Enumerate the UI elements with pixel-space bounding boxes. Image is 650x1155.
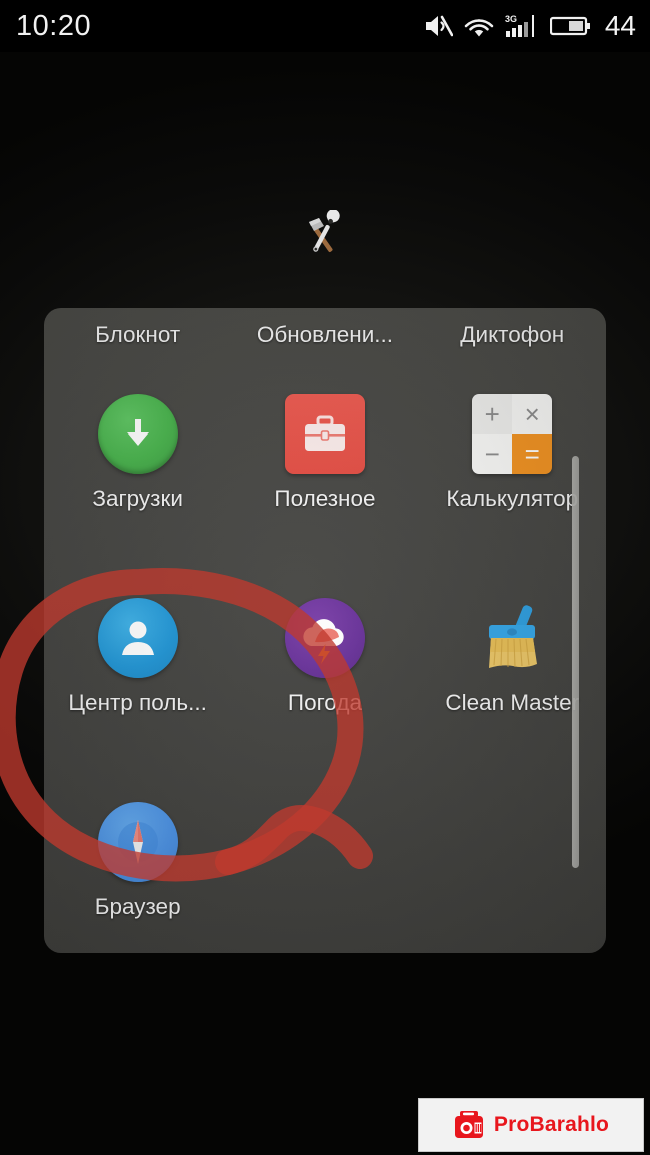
app-label: Центр поль...: [68, 690, 207, 715]
app-icon-wrapper: [96, 596, 180, 680]
battery-icon: [549, 16, 590, 36]
app-item-updater[interactable]: Обновлени...: [231, 322, 418, 348]
clean-master-broom-icon: [470, 596, 554, 680]
app-icon-wrapper: [96, 800, 180, 884]
svg-text:3G: 3G: [505, 14, 517, 24]
app-row: Центр поль... Погода Clean Master: [44, 596, 606, 716]
app-label: Загрузки: [92, 486, 183, 511]
status-bar: 10:20 3G 44: [0, 0, 650, 52]
app-icon-wrapper: [283, 392, 367, 476]
app-label: Диктофон: [460, 322, 565, 347]
calc-key-plus: +: [472, 394, 513, 434]
app-icon-wrapper: [470, 596, 554, 680]
weather-icon: [284, 598, 365, 678]
app-label: Браузер: [94, 894, 181, 919]
app-item-browser[interactable]: Браузер: [44, 800, 231, 920]
calculator-icon: + × − =: [472, 394, 553, 474]
phone-screen: 10:20 3G 44 Блокнот Обновлени... Диктофо…: [0, 0, 650, 1155]
app-icon-wrapper: [96, 392, 180, 476]
app-row-partial: Блокнот Обновлени... Диктофон: [44, 322, 606, 348]
status-bar-icons: 3G 44: [423, 10, 636, 42]
battery-percentage: 44: [604, 10, 636, 41]
app-label: Калькулятор: [446, 486, 579, 511]
app-label: Обновлени...: [256, 322, 394, 347]
status-bar-clock: 10:20: [16, 9, 92, 42]
wifi-icon: [464, 19, 494, 37]
browser-compass-icon: [97, 802, 178, 882]
app-row-clipped: Браузер: [44, 800, 606, 920]
calc-key-equals: =: [512, 434, 553, 474]
calc-key-minus: −: [472, 434, 513, 474]
app-label: Полезное: [274, 486, 376, 511]
app-item-useful[interactable]: Полезное: [231, 392, 418, 512]
mute-icon: [425, 15, 453, 37]
app-icon-wrapper: [283, 596, 367, 680]
folder-scrollbar-thumb[interactable]: [572, 456, 579, 868]
app-icon-wrapper: + × − =: [470, 392, 554, 476]
app-label: Погода: [287, 690, 362, 715]
downloads-icon: [97, 394, 178, 474]
app-item-weather[interactable]: Погода: [231, 596, 418, 716]
app-label: Clean Master: [445, 690, 580, 715]
user-center-icon: [97, 598, 178, 678]
app-item-notepad[interactable]: Блокнот: [44, 322, 231, 348]
app-item-downloads[interactable]: Загрузки: [44, 392, 231, 512]
tools-icon: [309, 210, 340, 252]
signal-3g-icon: 3G: [505, 14, 534, 37]
app-item-voice-recorder[interactable]: Диктофон: [419, 322, 606, 348]
camera-icon: [454, 1111, 483, 1138]
calc-key-times: ×: [512, 394, 553, 434]
app-item-user-center[interactable]: Центр поль...: [44, 596, 231, 716]
folder-scrollbar[interactable]: [572, 438, 580, 908]
app-row: Загрузки Полезное + × − = Калькулятор: [44, 392, 606, 512]
watermark: ProBarahlo: [418, 1098, 644, 1152]
app-label: Блокнот: [95, 322, 181, 347]
folder-panel[interactable]: Блокнот Обновлени... Диктофон Загрузки П…: [44, 308, 606, 953]
watermark-text: ProBarahlo: [493, 1113, 610, 1136]
useful-briefcase-icon: [284, 394, 365, 474]
